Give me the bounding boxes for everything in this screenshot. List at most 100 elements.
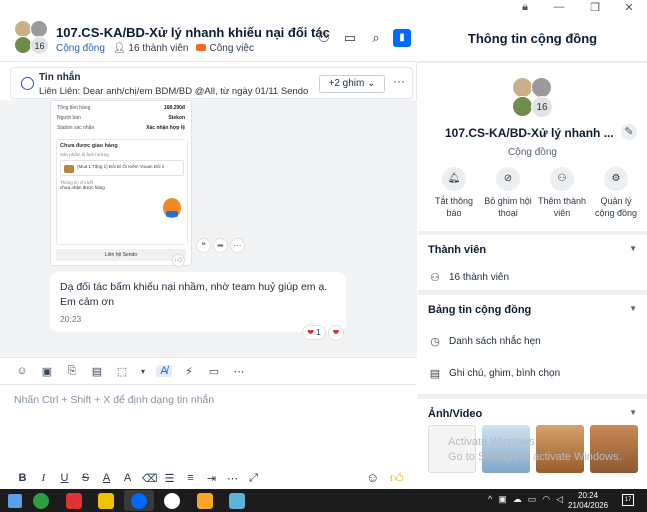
thumbs-up-icon[interactable]: 👍︎	[390, 470, 404, 486]
members-item[interactable]: ⚇ 16 thành viên	[429, 271, 509, 284]
reminder-list-item[interactable]: ◷ Danh sách nhắc hẹn	[429, 335, 541, 348]
bullet-list-icon[interactable]: ☰	[163, 472, 176, 485]
wifi-icon[interactable]: ◠	[542, 494, 550, 505]
strikethrough-icon[interactable]: S	[79, 472, 92, 484]
notification-center[interactable]: 17	[622, 494, 634, 506]
image-message[interactable]: Tổng tiền hàng 168.290đ Người bán Stekon S…	[50, 100, 192, 266]
clock-icon: ◷	[430, 336, 440, 348]
react-heart-button[interactable]: ❤	[328, 325, 344, 341]
like-icon[interactable]: 👍︎	[172, 254, 185, 267]
input-placeholder: Nhấn Ctrl + Shift + X để định dạng tin n…	[14, 394, 215, 406]
lock-icon: 🔒︎	[522, 1, 528, 13]
chevron-down-icon[interactable]: ▾	[139, 367, 147, 376]
more-icon[interactable]: ⋯	[231, 365, 247, 378]
manage-community-button[interactable]: ⚙ Quản lý cộng đồng	[590, 167, 642, 219]
font-size-icon[interactable]: A	[121, 472, 134, 484]
pinned-message-bar[interactable]: Tin nhắn Liên Liên: Dear anh/chị/em BDM/…	[10, 67, 413, 99]
app-icon[interactable]	[197, 493, 213, 509]
screenshot-icon[interactable]: ⬚	[114, 365, 130, 378]
text-message[interactable]: Dạ đối tác bấm khiếu nại nhầm, nhờ team …	[50, 272, 346, 332]
image-icon[interactable]: ▣	[39, 365, 55, 378]
video-call-icon[interactable]: ▭	[341, 29, 359, 47]
restore-button[interactable]: ❐	[578, 1, 612, 14]
contact-card-icon[interactable]: ▤	[89, 365, 105, 378]
section-title[interactable]: Ảnh/Video	[428, 408, 482, 420]
quote-icon[interactable]: ❝	[196, 238, 211, 253]
work-tag[interactable]: Công việc	[196, 43, 254, 54]
more-icon[interactable]: ⋯	[226, 472, 239, 485]
expand-icon[interactable]: ⤢	[247, 472, 260, 485]
sticky-notes-icon[interactable]	[98, 493, 114, 509]
edit-pencil-icon[interactable]: ✎	[621, 124, 637, 140]
avatar	[512, 77, 533, 98]
app-icon[interactable]	[33, 493, 49, 509]
clear-format-icon[interactable]: ⌫	[142, 472, 158, 485]
reaction-count: 1	[316, 328, 321, 337]
media-section: Ảnh/Video ▼ Activate Windows Go to Setti…	[418, 399, 647, 489]
reaction-summary[interactable]: ❤ 1	[302, 325, 326, 340]
volume-icon[interactable]: ◁	[556, 494, 563, 505]
app-icon[interactable]	[229, 493, 245, 509]
search-icon[interactable]: ⌕	[367, 29, 385, 47]
battery-icon[interactable]: ▭	[528, 494, 537, 505]
cloud-icon[interactable]: ☁	[513, 494, 522, 505]
activate-windows-watermark: Activate Windows Go to Settings to activ…	[448, 436, 622, 463]
zalo-icon[interactable]	[131, 493, 147, 509]
format-bar: B I U S A A ⌫ ☰ ≡ ⇥ ⋯ ⤢ ☺ 👍︎	[0, 467, 417, 489]
italic-icon[interactable]: I	[37, 472, 50, 484]
bell-icon: 🔔︎	[442, 167, 466, 191]
wps-icon[interactable]	[66, 493, 82, 509]
avatar-count: 16	[531, 96, 553, 118]
mute-notifications-button[interactable]: 🔔︎ Tắt thông báo	[428, 167, 480, 219]
composer-toolbar: ☺ ▣ ⎘ ▤ ⬚ ▾ A̸ ⚡︎ ▭ ⋯	[0, 357, 417, 385]
forward-icon[interactable]: ➦	[213, 238, 228, 253]
text-color-icon[interactable]: A	[100, 472, 113, 484]
more-icon[interactable]: ⋯	[230, 238, 245, 253]
close-button[interactable]: ✕	[612, 1, 646, 14]
group-title[interactable]: 107.CS-KA/BD-Xử lý nhanh khiếu nại đối t…	[56, 25, 330, 40]
group-avatar[interactable]: 16	[14, 20, 50, 56]
section-title[interactable]: Thành viên	[428, 244, 486, 256]
work-tag-label: Công việc	[209, 43, 254, 54]
message-time: 20:23	[60, 314, 82, 324]
browser-icon[interactable]	[164, 493, 180, 509]
community-name: 107.CS-KA/BD-Xử lý nhanh ...	[445, 126, 614, 140]
message-list[interactable]: Tổng tiền hàng 168.290đ Người bán Stekon S…	[0, 100, 417, 357]
chevron-up-icon[interactable]: ^	[488, 494, 492, 505]
heart-icon: ❤	[307, 328, 314, 337]
community-avatar[interactable]: 16	[512, 77, 554, 119]
chevron-down-icon[interactable]: ▼	[629, 244, 637, 253]
members-count: 16 thành viên	[128, 43, 189, 54]
indent-icon[interactable]: ⇥	[205, 472, 218, 485]
bold-icon[interactable]: B	[16, 472, 29, 484]
minimize-button[interactable]: —	[542, 1, 576, 13]
format-text-icon[interactable]: A̸	[156, 365, 172, 377]
sticker-icon[interactable]: ☺	[14, 365, 30, 377]
notes-pins-polls-item[interactable]: ▤ Ghi chú, ghim, bình chọn	[429, 367, 560, 380]
members-link[interactable]: 👤︎ 16 thành viên	[113, 43, 189, 54]
quick-message-icon[interactable]: ⚡︎	[181, 365, 197, 378]
more-options-icon[interactable]: ···	[393, 74, 405, 88]
toggle-info-panel-icon[interactable]: ▮	[393, 29, 411, 47]
order-row: Station xác nhận Xác nhận hợp lệ	[57, 125, 185, 131]
message-input[interactable]: Nhấn Ctrl + Shift + X để định dạng tin n…	[0, 385, 417, 467]
unpin-conversation-button[interactable]: ⊘ Bỏ ghim hội thoại	[482, 167, 534, 219]
numbered-list-icon[interactable]: ≡	[184, 472, 197, 484]
attachment-icon[interactable]: ⎘	[64, 365, 80, 378]
tray-app-icon[interactable]: ▣	[498, 494, 507, 505]
chevron-down-icon[interactable]: ▼	[629, 304, 637, 313]
add-member-button[interactable]: ⚇ Thêm thành viên	[536, 167, 588, 219]
community-link[interactable]: Cộng đồng	[56, 43, 105, 54]
system-clock[interactable]: 20:24 21/04/2026	[568, 491, 608, 511]
chevron-down-icon[interactable]: ▼	[629, 408, 637, 417]
card-icon[interactable]: ▭	[206, 365, 222, 378]
underline-icon[interactable]: U	[58, 472, 71, 484]
community-info-panel: Thông tin cộng đồng 16 107.CS-KA/BD-Xử l…	[418, 16, 647, 489]
group-icon: ⚇	[430, 272, 440, 284]
emoji-icon[interactable]: ☺	[366, 470, 379, 485]
add-member-icon[interactable]: ⚇	[315, 29, 333, 47]
start-icon[interactable]	[8, 494, 22, 508]
section-title[interactable]: Bảng tin cộng đồng	[428, 304, 531, 316]
clock-date: 21/04/2026	[568, 501, 609, 510]
more-pins-button[interactable]: +2 ghim ⌄	[319, 75, 385, 93]
